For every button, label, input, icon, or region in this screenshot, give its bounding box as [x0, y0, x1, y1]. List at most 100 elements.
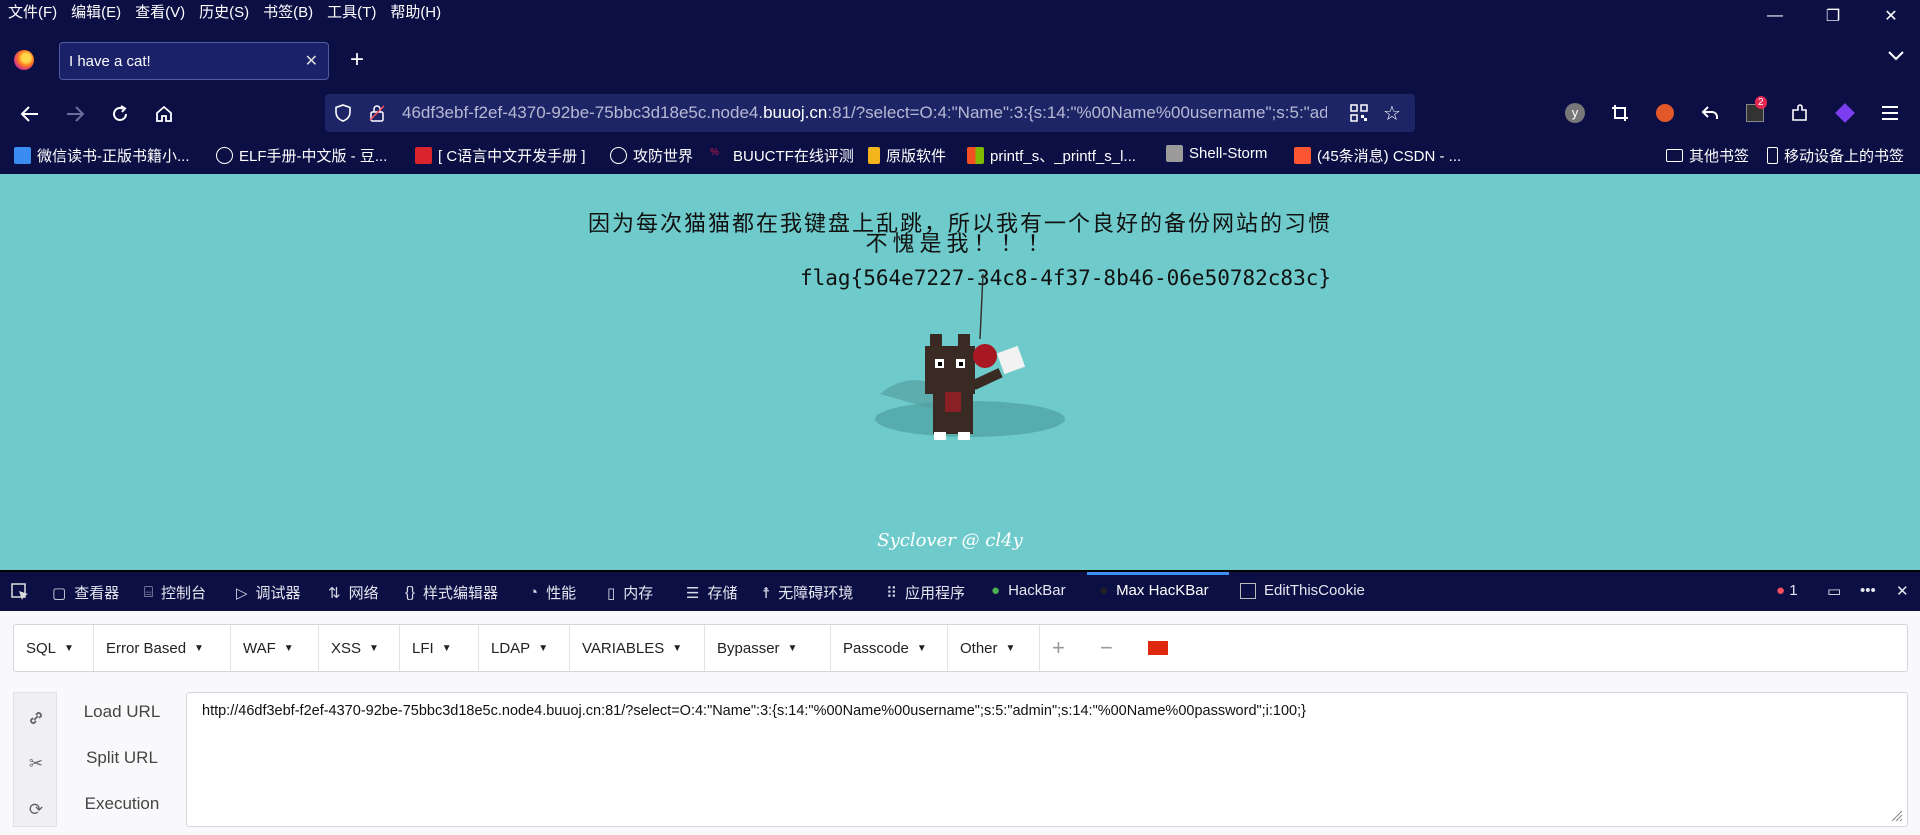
execution-button[interactable]: Execution — [70, 794, 174, 814]
menu-edit[interactable]: 编辑(E) — [64, 1, 128, 22]
tab-label: EditThisCookie — [1264, 582, 1365, 599]
tab-title: I have a cat! — [69, 52, 151, 70]
menu-tools[interactable]: 工具(T) — [320, 1, 383, 22]
bookmark-folder-other[interactable]: 其他书签 — [1666, 145, 1749, 166]
menu-bookmarks[interactable]: 书签(B) — [256, 1, 320, 22]
decrease-icon[interactable]: − — [1088, 625, 1136, 671]
resize-grip-icon[interactable] — [1889, 808, 1903, 822]
extension-fox-icon[interactable] — [1654, 102, 1676, 124]
dock-side-icon[interactable]: ▭ — [1827, 582, 1841, 600]
inspector-icon: ▢ — [52, 584, 67, 602]
application-grid-icon: ⠿ — [886, 584, 897, 602]
hackbar-menu-ldap[interactable]: LDAP ▼ — [479, 625, 570, 671]
site-info-lock-icon[interactable] — [369, 104, 385, 122]
hackbar-menu-variables[interactable]: VARIABLES ▼ — [570, 625, 705, 671]
extension-y-icon[interactable]: y — [1564, 102, 1586, 124]
url-bar[interactable]: 46df3ebf-f2ef-4370-92be-75bbc3d18e5c.nod… — [325, 94, 1415, 132]
hackbar-url-textarea[interactable]: http://46df3ebf-f2ef-4370-92be-75bbc3d18… — [186, 692, 1908, 827]
tab-close-icon[interactable]: ✕ — [305, 51, 318, 71]
new-tab-button[interactable]: + — [350, 46, 364, 74]
tab-active[interactable]: I have a cat! ✕ — [59, 42, 329, 80]
undo-icon[interactable] — [1699, 102, 1721, 124]
bookmark-shell-storm[interactable]: Shell-Storm — [1166, 145, 1267, 162]
reload-icon[interactable] — [106, 100, 134, 128]
tab-storage[interactable]: ☰ 存储 — [686, 582, 737, 603]
link-icon[interactable] — [26, 708, 46, 728]
home-icon[interactable] — [150, 100, 178, 128]
bookmark-folder-mobile[interactable]: 移动设备上的书签 — [1767, 145, 1904, 166]
accessibility-icon: ☨ — [762, 584, 771, 602]
performance-icon: ◔ — [529, 584, 539, 601]
bookmarks-toolbar: 微信读书-正版书籍小... ELF手册-中文版 - 豆... [ C语言中文开发… — [0, 140, 1920, 170]
bookmark-elf-manual[interactable]: ELF手册-中文版 - 豆... — [216, 145, 387, 166]
tab-max-hackbar[interactable]: ● Max HacKBar — [1099, 582, 1209, 599]
tab-performance[interactable]: ◔ 性能 — [529, 582, 576, 603]
split-url-button[interactable]: Split URL — [70, 748, 174, 768]
bookmark-weread[interactable]: 微信读书-正版书籍小... — [14, 145, 190, 166]
firefox-logo-icon[interactable] — [14, 50, 34, 70]
bookmark-adworld[interactable]: 攻防世界 — [610, 145, 693, 166]
bookmark-csdn[interactable]: (45条消息) CSDN - ... — [1294, 145, 1461, 166]
list-all-tabs-chevron-icon[interactable] — [1888, 48, 1904, 66]
back-icon[interactable] — [16, 100, 44, 128]
menu-help[interactable]: 帮助(H) — [383, 1, 448, 22]
close-window-button[interactable]: ✕ — [1862, 0, 1920, 32]
hackbar-menu-xss[interactable]: XSS ▼ — [319, 625, 400, 671]
app-menu-hamburger-icon[interactable] — [1879, 102, 1901, 124]
max-hackbar-icon: ● — [1099, 582, 1109, 599]
restore-button[interactable]: ❐ — [1804, 0, 1862, 32]
refresh-icon[interactable]: ⟳ — [26, 800, 46, 820]
extension-badge-icon[interactable]: 2 — [1744, 96, 1767, 124]
tab-editthiscookie[interactable]: EditThisCookie — [1240, 582, 1365, 599]
element-picker-icon[interactable] — [10, 582, 30, 602]
url-text[interactable]: 46df3ebf-f2ef-4370-92be-75bbc3d18e5c.nod… — [402, 103, 1327, 123]
bookmark-printf-s[interactable]: printf_s、_printf_s_l... — [967, 145, 1136, 166]
tab-label: HackBar — [1008, 582, 1066, 599]
bookmark-original-software[interactable]: 原版软件 — [868, 145, 946, 166]
bookmark-label: 微信读书-正版书籍小... — [37, 148, 190, 165]
tab-application[interactable]: ⠿ 应用程序 — [886, 582, 965, 603]
tab-strip: I have a cat! ✕ + — [0, 38, 1920, 84]
increase-icon[interactable]: + — [1040, 625, 1088, 671]
hackbar-menu-waf[interactable]: WAF ▼ — [231, 625, 319, 671]
china-flag-icon[interactable] — [1136, 625, 1184, 671]
url-subdomain: 46df3ebf-f2ef-4370-92be-75bbc3d18e5c.nod… — [402, 103, 764, 122]
extensions-puzzle-icon[interactable] — [1789, 102, 1811, 124]
bookmark-c-manual[interactable]: [ C语言中文开发手册 ] — [415, 145, 586, 166]
tab-accessibility[interactable]: ☨ 无障碍环境 — [762, 582, 853, 603]
scissors-icon[interactable]: ✂ — [26, 754, 46, 774]
menu-file[interactable]: 文件(F) — [0, 1, 64, 22]
bookmark-star-icon[interactable]: ☆ — [1383, 101, 1401, 126]
error-count-indicator[interactable]: ● 1 — [1776, 582, 1798, 599]
extension-diamond-icon[interactable] — [1834, 102, 1856, 124]
caret-down-icon: ▼ — [916, 642, 927, 654]
shell-storm-icon — [1166, 145, 1183, 162]
tab-style-editor[interactable]: {} 样式编辑器 — [405, 582, 498, 603]
hackbar-menu-bypasser[interactable]: Bypasser ▼ — [705, 625, 831, 671]
crop-icon[interactable] — [1609, 102, 1631, 124]
hackbar-menu-passcode[interactable]: Passcode ▼ — [831, 625, 948, 671]
caret-down-icon: ▼ — [1005, 642, 1016, 654]
tab-debugger[interactable]: ▷ 调试器 — [236, 582, 301, 603]
tab-console[interactable]: ⌸ 控制台 — [144, 582, 206, 603]
load-url-button[interactable]: Load URL — [70, 702, 174, 722]
tab-label: 网络 — [348, 585, 379, 602]
tab-inspector[interactable]: ▢ 查看器 — [52, 582, 119, 603]
menu-history[interactable]: 历史(S) — [192, 1, 256, 22]
hackbar-menu-other[interactable]: Other ▼ — [948, 625, 1040, 671]
bookmark-buuctf[interactable]: % BUUCTF在线评测 — [710, 145, 854, 166]
tab-memory[interactable]: ▯ 内存 — [607, 582, 653, 603]
hackbar-menu-error-based[interactable]: Error Based ▼ — [94, 625, 231, 671]
hackbar-menu-lfi[interactable]: LFI ▼ — [400, 625, 479, 671]
devtools-more-icon[interactable]: ••• — [1860, 582, 1876, 599]
style-editor-icon: {} — [405, 584, 416, 601]
forward-icon[interactable] — [61, 100, 89, 128]
tab-network[interactable]: ⇅ 网络 — [328, 582, 379, 603]
devtools-close-icon[interactable]: ✕ — [1896, 582, 1909, 600]
tab-hackbar[interactable]: ● HackBar — [991, 582, 1066, 599]
hackbar-menu-sql[interactable]: SQL ▼ — [14, 625, 94, 671]
minimize-button[interactable]: — — [1746, 0, 1804, 32]
tracking-shield-icon[interactable] — [333, 103, 353, 123]
menu-view[interactable]: 查看(V) — [128, 1, 192, 22]
qr-code-icon[interactable] — [1350, 104, 1368, 122]
